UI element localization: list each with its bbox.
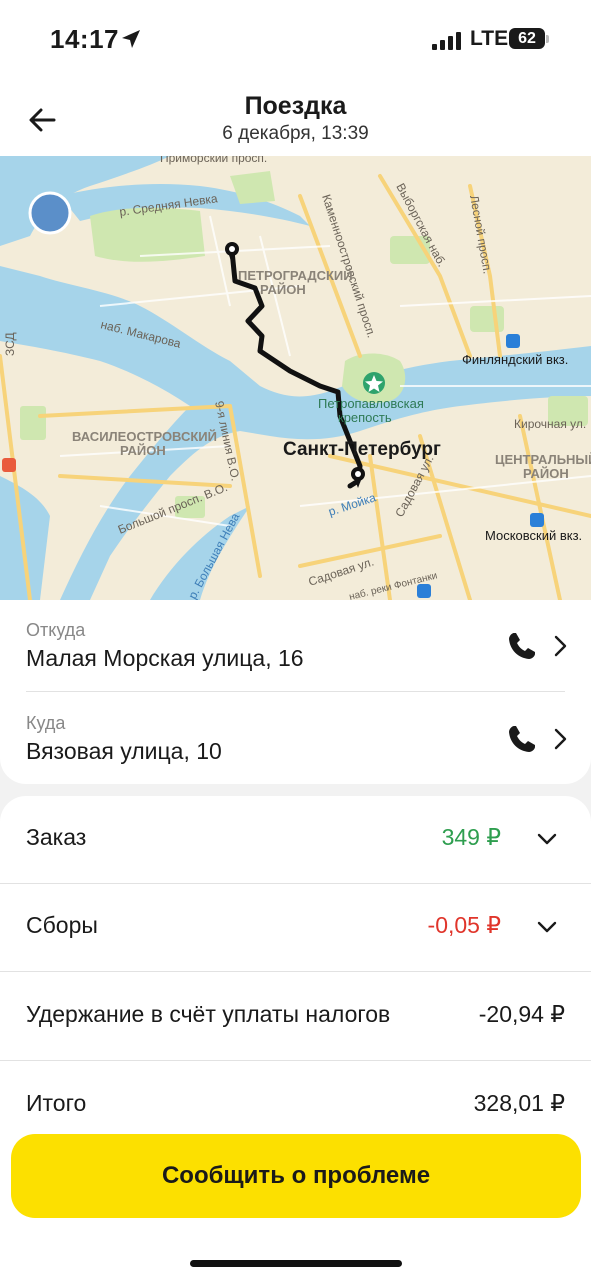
tax-amount: -20,94 ₽ [478,1001,565,1027]
svg-text:Московский вкз.: Московский вкз. [485,528,582,543]
divider [0,971,591,972]
signal-icon [432,32,461,50]
divider [26,691,565,692]
map-canvas: Приморский просп. р. Средняя Невка Выбор… [0,156,591,600]
chevron-down-icon[interactable] [536,830,558,848]
fees-label: Сборы [26,912,98,938]
route-map[interactable]: Приморский просп. р. Средняя Невка Выбор… [0,156,591,600]
chevron-right-icon[interactable] [552,727,568,751]
to-address-row[interactable]: Куда Вязовая улица, 10 [0,693,591,785]
svg-text:Финляндский вкз.: Финляндский вкз. [462,352,568,367]
status-bar: 14:17 LTE 62 [0,0,591,80]
page-title: Поездка [244,92,347,120]
tax-label: Удержание в счёт уплаты налогов [26,1001,391,1027]
tax-row: Удержание в счёт уплаты налогов -20,94 ₽ [0,973,591,1061]
svg-text:Петропавловская: Петропавловская [318,396,424,411]
page-subtitle: 6 декабря, 13:39 [222,123,369,144]
chevron-right-icon[interactable] [552,634,568,658]
address-card: Откуда Малая Морская улица, 16 Куда Вязо… [0,600,591,784]
svg-text:РАЙОН: РАЙОН [523,466,569,481]
svg-text:РАЙОН: РАЙОН [120,443,166,458]
fees-amount: -0,05 ₽ [427,912,501,938]
header: Поездка 6 декабря, 13:39 [0,80,591,156]
total-label: Итого [26,1090,87,1116]
order-amount: 349 ₽ [441,824,501,850]
network-type: LTE [470,27,509,50]
divider [0,1060,591,1061]
order-label: Заказ [26,824,87,850]
svg-text:ПЕТРОГРАДСКИЙ: ПЕТРОГРАДСКИЙ [238,268,353,283]
status-time: 14:17 [50,24,119,54]
home-indicator[interactable] [190,1260,402,1267]
svg-text:ЦЕНТРАЛЬНЫЙ: ЦЕНТРАЛЬНЫЙ [495,452,591,467]
svg-text:крепость: крепость [338,410,392,425]
to-address: Вязовая улица, 10 [26,738,222,764]
from-address-row[interactable]: Откуда Малая Морская улица, 16 [0,600,591,692]
battery-cap [546,35,549,43]
svg-text:ЗСД: ЗСД [3,332,17,356]
phone-icon[interactable] [506,723,538,755]
report-problem-button[interactable]: Сообщить о проблеме [11,1134,581,1218]
order-row[interactable]: Заказ 349 ₽ [0,796,591,884]
fees-row[interactable]: Сборы -0,05 ₽ [0,884,591,972]
chevron-down-icon[interactable] [536,918,558,936]
location-arrow-icon [122,30,140,48]
svg-text:ВАСИЛЕОСТРОВСКИЙ: ВАСИЛЕОСТРОВСКИЙ [72,429,217,444]
to-label: Куда [26,713,66,733]
total-amount: 328,01 ₽ [473,1090,565,1116]
svg-text:РАЙОН: РАЙОН [260,282,306,297]
svg-text:Приморский просп.: Приморский просп. [160,156,267,165]
svg-text:Санкт-Петербург: Санкт-Петербург [283,439,441,460]
from-address: Малая Морская улица, 16 [26,645,304,671]
from-label: Откуда [26,620,86,640]
battery-icon: 62 [509,28,545,49]
svg-text:Кирочная ул.: Кирочная ул. [514,417,586,431]
phone-icon[interactable] [506,630,538,662]
